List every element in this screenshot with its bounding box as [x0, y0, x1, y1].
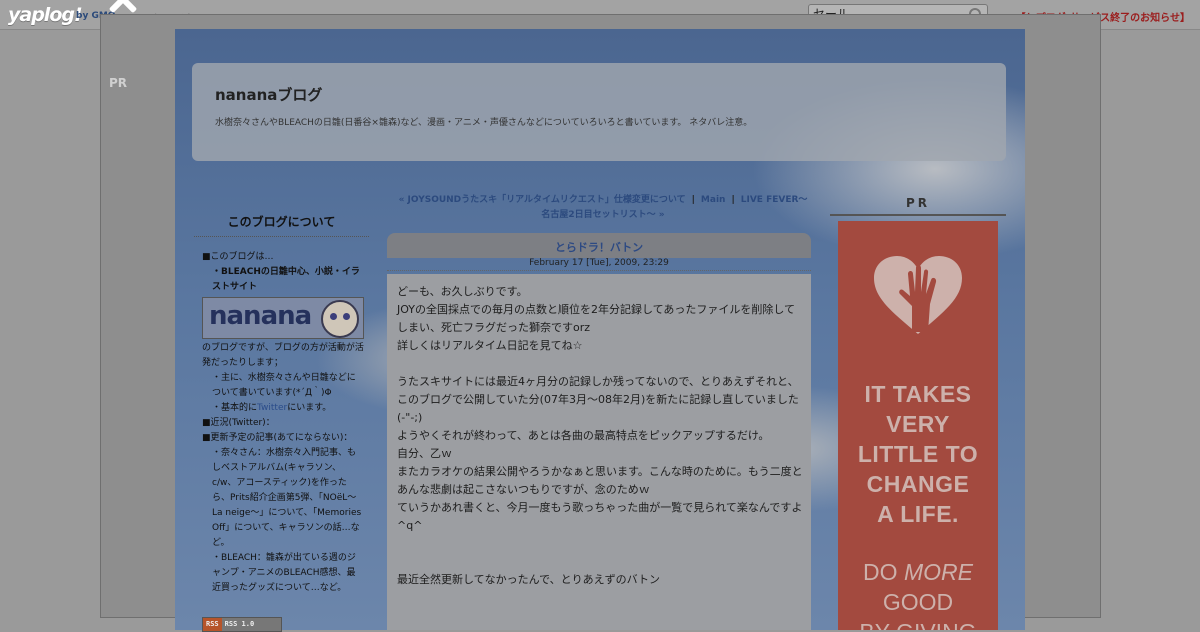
post-text: どーも、お久しぶりです。 JOYの全国採点での毎月の点数と順位を2年分記録してあ…: [397, 283, 803, 589]
post-header: とらドラ！バトン: [387, 233, 811, 258]
banner-text: nanana: [209, 301, 312, 331]
post-line: ていうかあれ書くと、今月一度もう歌っちゃった曲が一覧で見られて楽なんですよ^q^: [397, 501, 803, 532]
twitter-pre: ・基本的に: [212, 403, 258, 413]
about-main-line: ・主に、水樹奈々さんや日雛などについて書いています(*´Д｀)Φ: [212, 373, 356, 398]
blog-header: nananaブログ 水樹奈々さんやBLEACHの日雛(日番谷×雛森)など、漫画・…: [192, 63, 1006, 161]
ad-subline-line: GOOD: [882, 589, 954, 615]
blog-description: 水樹奈々さんやBLEACHの日雛(日番谷×雛森)など、漫画・アニメ・声優さんなど…: [215, 118, 753, 128]
about-body: ■このブログは… ・BLEACHの日雛中心、小説・イラストサイト nanana …: [202, 250, 364, 596]
charity-ad[interactable]: IT TAKES VERY LITTLE TO CHANGE A LIFE. D…: [838, 221, 998, 630]
post-line: ようやくそれが終わって、あとは各曲の最高特点をピックアップするだけ。: [397, 429, 770, 442]
post-body: どーも、お久しぶりです。 JOYの全国採点での毎月の点数と順位を2年分記録してあ…: [387, 274, 811, 630]
recent-heading: ■近況(Twitter)：: [202, 418, 275, 428]
post-line: JOYの全国採点での毎月の点数と順位を2年分記録してあったファイルを削除してしま…: [397, 303, 796, 334]
character-face-icon: [321, 300, 359, 338]
schedule-heading: ■更新予定の記事(あてにならない)：: [202, 433, 353, 443]
ad-sub-em: MORE: [903, 559, 973, 585]
post-line: またカラオケの結果公開やろうかなぁと思います。こんな時のために。もう二度とあんな…: [397, 465, 803, 496]
left-pr-label: PR: [109, 76, 128, 90]
ad-headline-line: VERY: [886, 411, 950, 437]
ad-headline-line: A LIFE.: [877, 501, 959, 527]
about-twitter-line: ・基本的にTwitterにいます。: [202, 401, 364, 416]
close-icon[interactable]: [99, 0, 147, 12]
ad-headline-line: LITTLE TO: [857, 441, 979, 467]
post-line: うたスキサイトには最近4ヶ月分の記録しか残ってないので、とりあえずそれと、このブ…: [397, 375, 799, 424]
post-date: February 17 [Tue], 2009, 23:29: [387, 258, 811, 271]
post-line: 詳しくはリアルタイム日記を見てね☆: [397, 339, 583, 352]
schedule-item: ・BLEACH：雛森が出ている週のジャンプ・アニメのBLEACH感想、最近買った…: [212, 553, 356, 593]
left-sidebar: このブログについて ■このブログは… ・BLEACHの日雛中心、小説・イラストサ…: [194, 205, 369, 632]
twitter-post: にいます。: [287, 403, 332, 413]
post-title[interactable]: とらドラ！バトン: [387, 233, 811, 255]
blog-title[interactable]: nananaブログ: [215, 84, 322, 105]
right-pr-label: PR: [830, 196, 1006, 216]
ad-subline-line: DO MORE: [838, 557, 998, 587]
ad-headline-line: CHANGE: [866, 471, 970, 497]
yaplog-logo[interactable]: yaplog!: [8, 4, 83, 26]
post-line: 自分、乙ｗ: [397, 447, 452, 460]
rss-version: RSS 1.0: [224, 620, 255, 628]
ad-headline-line: IT TAKES: [864, 381, 972, 407]
post-line: 最近全然更新してなかったんで、とりあえずのバトン: [397, 573, 661, 586]
prev-post-link[interactable]: « JOYSOUNDうたスキ「リアルタイムリクエスト」仕様変更について: [399, 195, 686, 205]
heart-hand-icon: [874, 256, 962, 334]
post-navigation: « JOYSOUNDうたスキ「リアルタイムリクエスト」仕様変更について | Main…: [398, 195, 808, 220]
about-intro-line: ・BLEACHの日雛中心、小説・イラストサイト: [212, 267, 360, 292]
post-line: どーも、お久しぶりです。: [397, 285, 528, 298]
about-title: このブログについて: [194, 213, 369, 237]
twitter-link[interactable]: Twitter: [257, 403, 287, 413]
schedule-item: ・奈々さん：水樹奈々入門記事、もしベストアルバム(キャラソン、c/w、アコーステ…: [212, 448, 362, 548]
ad-headline: IT TAKES VERY LITTLE TO CHANGE A LIFE.: [838, 379, 998, 529]
about-intro: ■このブログは…: [202, 252, 274, 262]
ad-subline: DO MORE GOOD BY GIVING: [838, 557, 998, 630]
ad-sub-pre: DO: [863, 559, 904, 585]
main-link[interactable]: Main: [701, 195, 726, 205]
rss-label: RSS: [203, 618, 222, 631]
about-after-banner: のブログですが、ブログの方が活動が活発だったりします；: [202, 343, 364, 368]
nanana-banner[interactable]: nanana: [202, 297, 364, 339]
ad-subline-line: BY GIVING: [838, 617, 998, 630]
